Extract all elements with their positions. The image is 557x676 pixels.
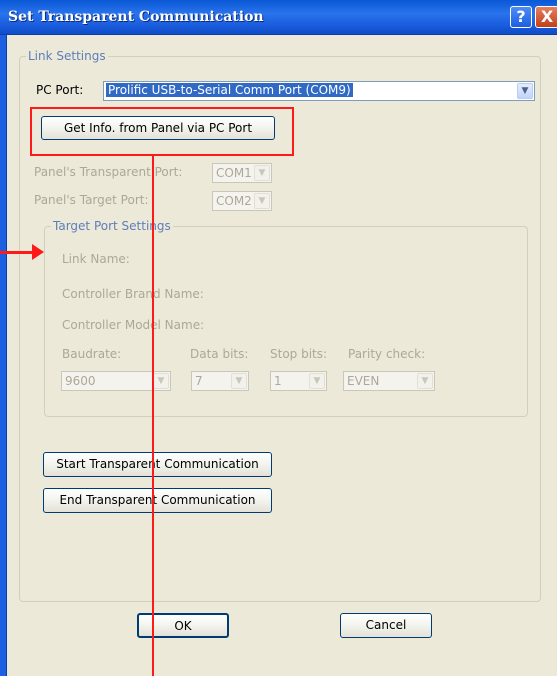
baudrate-select[interactable]: 9600 ▼ (61, 371, 171, 391)
parity-value: EVEN (347, 374, 380, 388)
chevron-down-icon: ▼ (254, 193, 270, 209)
annotation-highlight-box (30, 107, 294, 156)
stop-bits-label: Stop bits: (270, 347, 328, 361)
baudrate-value: 9600 (65, 374, 96, 388)
start-transparent-button[interactable]: Start Transparent Communication (43, 452, 272, 477)
chevron-down-icon: ▼ (231, 373, 247, 389)
arrow-right-icon (32, 244, 44, 260)
parity-label: Parity check: (348, 347, 426, 361)
start-transparent-button-label: Start Transparent Communication (56, 457, 259, 471)
cancel-button-label: Cancel (365, 618, 407, 632)
cancel-button[interactable]: Cancel (340, 613, 432, 638)
pc-port-select[interactable]: Prolific USB-to-Serial Comm Port (COM9) … (103, 81, 535, 101)
link-name-label: Link Name: (62, 252, 130, 266)
chevron-down-icon: ▼ (153, 373, 169, 389)
title-bar[interactable]: Set Transparent Communication ? X (0, 0, 557, 35)
baudrate-label: Baudrate: (62, 347, 122, 361)
data-bits-label: Data bits: (190, 347, 249, 361)
stop-bits-select[interactable]: 1 ▼ (270, 371, 327, 391)
chevron-down-icon[interactable]: ▼ (517, 83, 533, 99)
target-port-settings-legend: Target Port Settings (53, 219, 171, 233)
controller-brand-label: Controller Brand Name: (62, 287, 204, 301)
target-port-select[interactable]: COM2 ▼ (212, 191, 272, 211)
stop-bits-value: 1 (274, 374, 282, 388)
end-transparent-button[interactable]: End Transparent Communication (43, 488, 272, 513)
transparent-port-value: COM1 (216, 166, 252, 180)
end-transparent-button-label: End Transparent Communication (59, 493, 256, 507)
ok-button[interactable]: OK (137, 613, 229, 638)
link-settings-legend: Link Settings (28, 49, 106, 63)
controller-model-label: Controller Model Name: (62, 318, 205, 332)
transparent-port-label: Panel's Transparent Port: (34, 165, 183, 179)
pc-port-label: PC Port: (36, 83, 84, 97)
chevron-down-icon: ▼ (309, 373, 325, 389)
transparent-port-select[interactable]: COM1 ▼ (212, 163, 272, 183)
chevron-down-icon: ▼ (417, 373, 433, 389)
data-bits-value: 7 (195, 374, 203, 388)
data-bits-select[interactable]: 7 ▼ (191, 371, 249, 391)
close-icon[interactable]: X (535, 6, 557, 28)
target-port-value: COM2 (216, 194, 252, 208)
annotation-arrow-shaft (0, 251, 34, 254)
parity-select[interactable]: EVEN ▼ (343, 371, 435, 391)
window-title: Set Transparent Communication (8, 9, 264, 25)
help-icon[interactable]: ? (510, 6, 532, 28)
chevron-down-icon: ▼ (254, 165, 270, 181)
annotation-vertical-line (152, 156, 154, 676)
target-port-label: Panel's Target Port: (34, 193, 149, 207)
pc-port-value: Prolific USB-to-Serial Comm Port (COM9) (106, 83, 353, 97)
